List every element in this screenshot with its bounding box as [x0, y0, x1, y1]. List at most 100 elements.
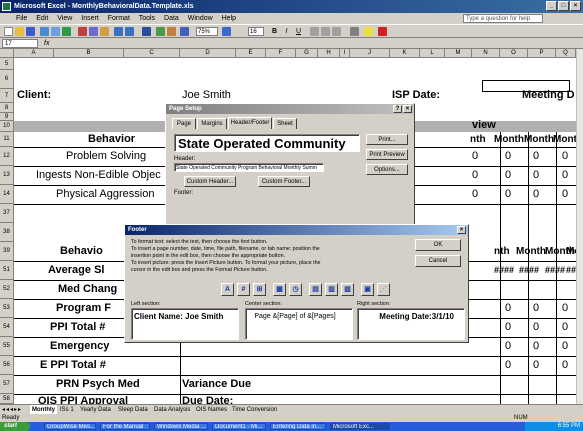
tab-header-footer[interactable]: Header/Footer	[228, 117, 272, 129]
row-header[interactable]: 11	[0, 132, 14, 147]
menu-format[interactable]: Format	[108, 15, 130, 22]
font-icon[interactable]: A	[221, 283, 234, 296]
tab-page[interactable]: Page	[172, 118, 196, 129]
start-button[interactable]: start	[0, 422, 30, 431]
align-left-icon[interactable]	[310, 27, 319, 36]
bold-icon[interactable]: B	[270, 27, 279, 36]
column-header-l[interactable]: L	[420, 49, 445, 58]
align-center-icon[interactable]	[321, 27, 330, 36]
column-header-c[interactable]: C	[124, 49, 180, 58]
row-header[interactable]: 6	[0, 70, 14, 89]
menu-view[interactable]: View	[57, 15, 72, 22]
select-all-corner[interactable]	[0, 49, 14, 58]
row-header[interactable]: 57	[0, 375, 14, 394]
align-right-icon[interactable]	[332, 27, 341, 36]
column-header-e[interactable]: E	[236, 49, 266, 58]
redo-icon[interactable]	[125, 27, 134, 36]
column-header-p[interactable]: P	[528, 49, 556, 58]
save-icon[interactable]	[26, 27, 35, 36]
help-icon[interactable]	[222, 27, 231, 36]
column-header-k[interactable]: K	[390, 49, 420, 58]
center-section-input[interactable]: Page &[Page] of &[Pages]	[245, 308, 353, 340]
row-header[interactable]: 9	[0, 113, 14, 121]
new-icon[interactable]	[4, 27, 13, 36]
row-header[interactable]: 55	[0, 337, 14, 356]
ok-button[interactable]: OK	[415, 239, 461, 251]
column-header-j[interactable]: J	[350, 49, 390, 58]
font-size-select[interactable]: 16	[248, 27, 264, 36]
column-header-g[interactable]: G	[296, 49, 318, 58]
close-button[interactable]: ×	[570, 1, 581, 11]
insert-picture-icon[interactable]: ▣	[361, 283, 374, 296]
tab-margins[interactable]: Margins	[197, 118, 227, 129]
minimize-button[interactable]: _	[546, 1, 557, 11]
column-header-m[interactable]: M	[445, 49, 472, 58]
borders-icon[interactable]	[350, 27, 359, 36]
taskbar-item-active[interactable]: Microsoft Exc...	[330, 423, 390, 430]
row-header[interactable]: 12	[0, 147, 14, 166]
maximize-button[interactable]: □	[558, 1, 569, 11]
taskbar-item[interactable]: For the Manual	[100, 423, 150, 430]
drawing-icon[interactable]	[180, 27, 189, 36]
row-header[interactable]: 37	[0, 204, 14, 223]
fx-icon[interactable]: fx	[44, 38, 49, 49]
row-header[interactable]: 53	[0, 299, 14, 318]
zoom-select[interactable]: 75%	[196, 27, 218, 36]
chart-wizard-icon[interactable]	[167, 27, 176, 36]
font-color-icon[interactable]	[378, 27, 387, 36]
open-icon[interactable]	[15, 27, 24, 36]
menu-data[interactable]: Data	[164, 15, 179, 22]
sheet-name-icon[interactable]: ▧	[341, 283, 354, 296]
print-button[interactable]: Print...	[366, 134, 408, 145]
row-header[interactable]: 5	[0, 58, 14, 70]
page-number-icon[interactable]: #	[237, 283, 250, 296]
taskbar-item[interactable]: GroupWise Mes...	[44, 423, 96, 430]
row-header[interactable]: 38	[0, 223, 14, 242]
row-header[interactable]: 52	[0, 280, 14, 299]
print-icon[interactable]	[40, 27, 49, 36]
menu-tools[interactable]: Tools	[139, 15, 155, 22]
row-header[interactable]: 10	[0, 121, 14, 132]
autosum-icon[interactable]	[142, 27, 151, 36]
selected-cell-box[interactable]	[482, 80, 570, 92]
menu-window[interactable]: Window	[188, 15, 213, 22]
column-header-a[interactable]: A	[14, 49, 54, 58]
header-select[interactable]: State Operated Community Program Behavio…	[174, 163, 324, 172]
row-header[interactable]: 54	[0, 318, 14, 337]
menu-insert[interactable]: Insert	[81, 15, 99, 22]
date-icon[interactable]: ▦	[273, 283, 286, 296]
page-setup-close-button[interactable]: ×	[403, 105, 412, 113]
column-header-d[interactable]: D	[180, 49, 236, 58]
italic-icon[interactable]: I	[282, 27, 291, 36]
menu-edit[interactable]: Edit	[36, 15, 48, 22]
row-header[interactable]: 8	[0, 103, 14, 113]
custom-footer-button[interactable]: Custom Footer...	[258, 176, 310, 187]
taskbar-item[interactable]: Document1 - Mi...	[212, 423, 266, 430]
menu-file[interactable]: File	[16, 15, 27, 22]
sort-icon[interactable]	[156, 27, 165, 36]
cancel-button[interactable]: Cancel	[415, 255, 461, 267]
column-header-f[interactable]: F	[266, 49, 296, 58]
underline-icon[interactable]: U	[294, 27, 303, 36]
time-icon[interactable]: ◷	[289, 283, 302, 296]
filename-icon[interactable]: ▥	[325, 283, 338, 296]
print-preview-button[interactable]: Print Preview	[366, 149, 408, 160]
taskbar-item[interactable]: Entering Data in...	[270, 423, 326, 430]
row-header[interactable]: 39	[0, 242, 14, 261]
row-header[interactable]: 58	[0, 394, 14, 404]
footer-close-button[interactable]: ×	[457, 226, 466, 234]
tab-sheet[interactable]: Sheet	[273, 118, 297, 129]
taskbar-item[interactable]: Windows Media ...	[154, 423, 208, 430]
row-header[interactable]: 7	[0, 89, 14, 103]
row-header[interactable]: 56	[0, 356, 14, 375]
column-header-n[interactable]: N	[472, 49, 500, 58]
row-header[interactable]: 13	[0, 166, 14, 185]
file-path-icon[interactable]: ▤	[309, 283, 322, 296]
left-section-input[interactable]: Client Name: Joe Smith	[131, 308, 239, 340]
print-preview-icon[interactable]	[51, 27, 60, 36]
cut-icon[interactable]	[78, 27, 87, 36]
help-button[interactable]: ?	[393, 105, 402, 113]
column-header-b[interactable]: B	[54, 49, 124, 58]
copy-icon[interactable]	[89, 27, 98, 36]
right-section-input[interactable]: Meeting Date:3/1/10	[357, 308, 465, 340]
